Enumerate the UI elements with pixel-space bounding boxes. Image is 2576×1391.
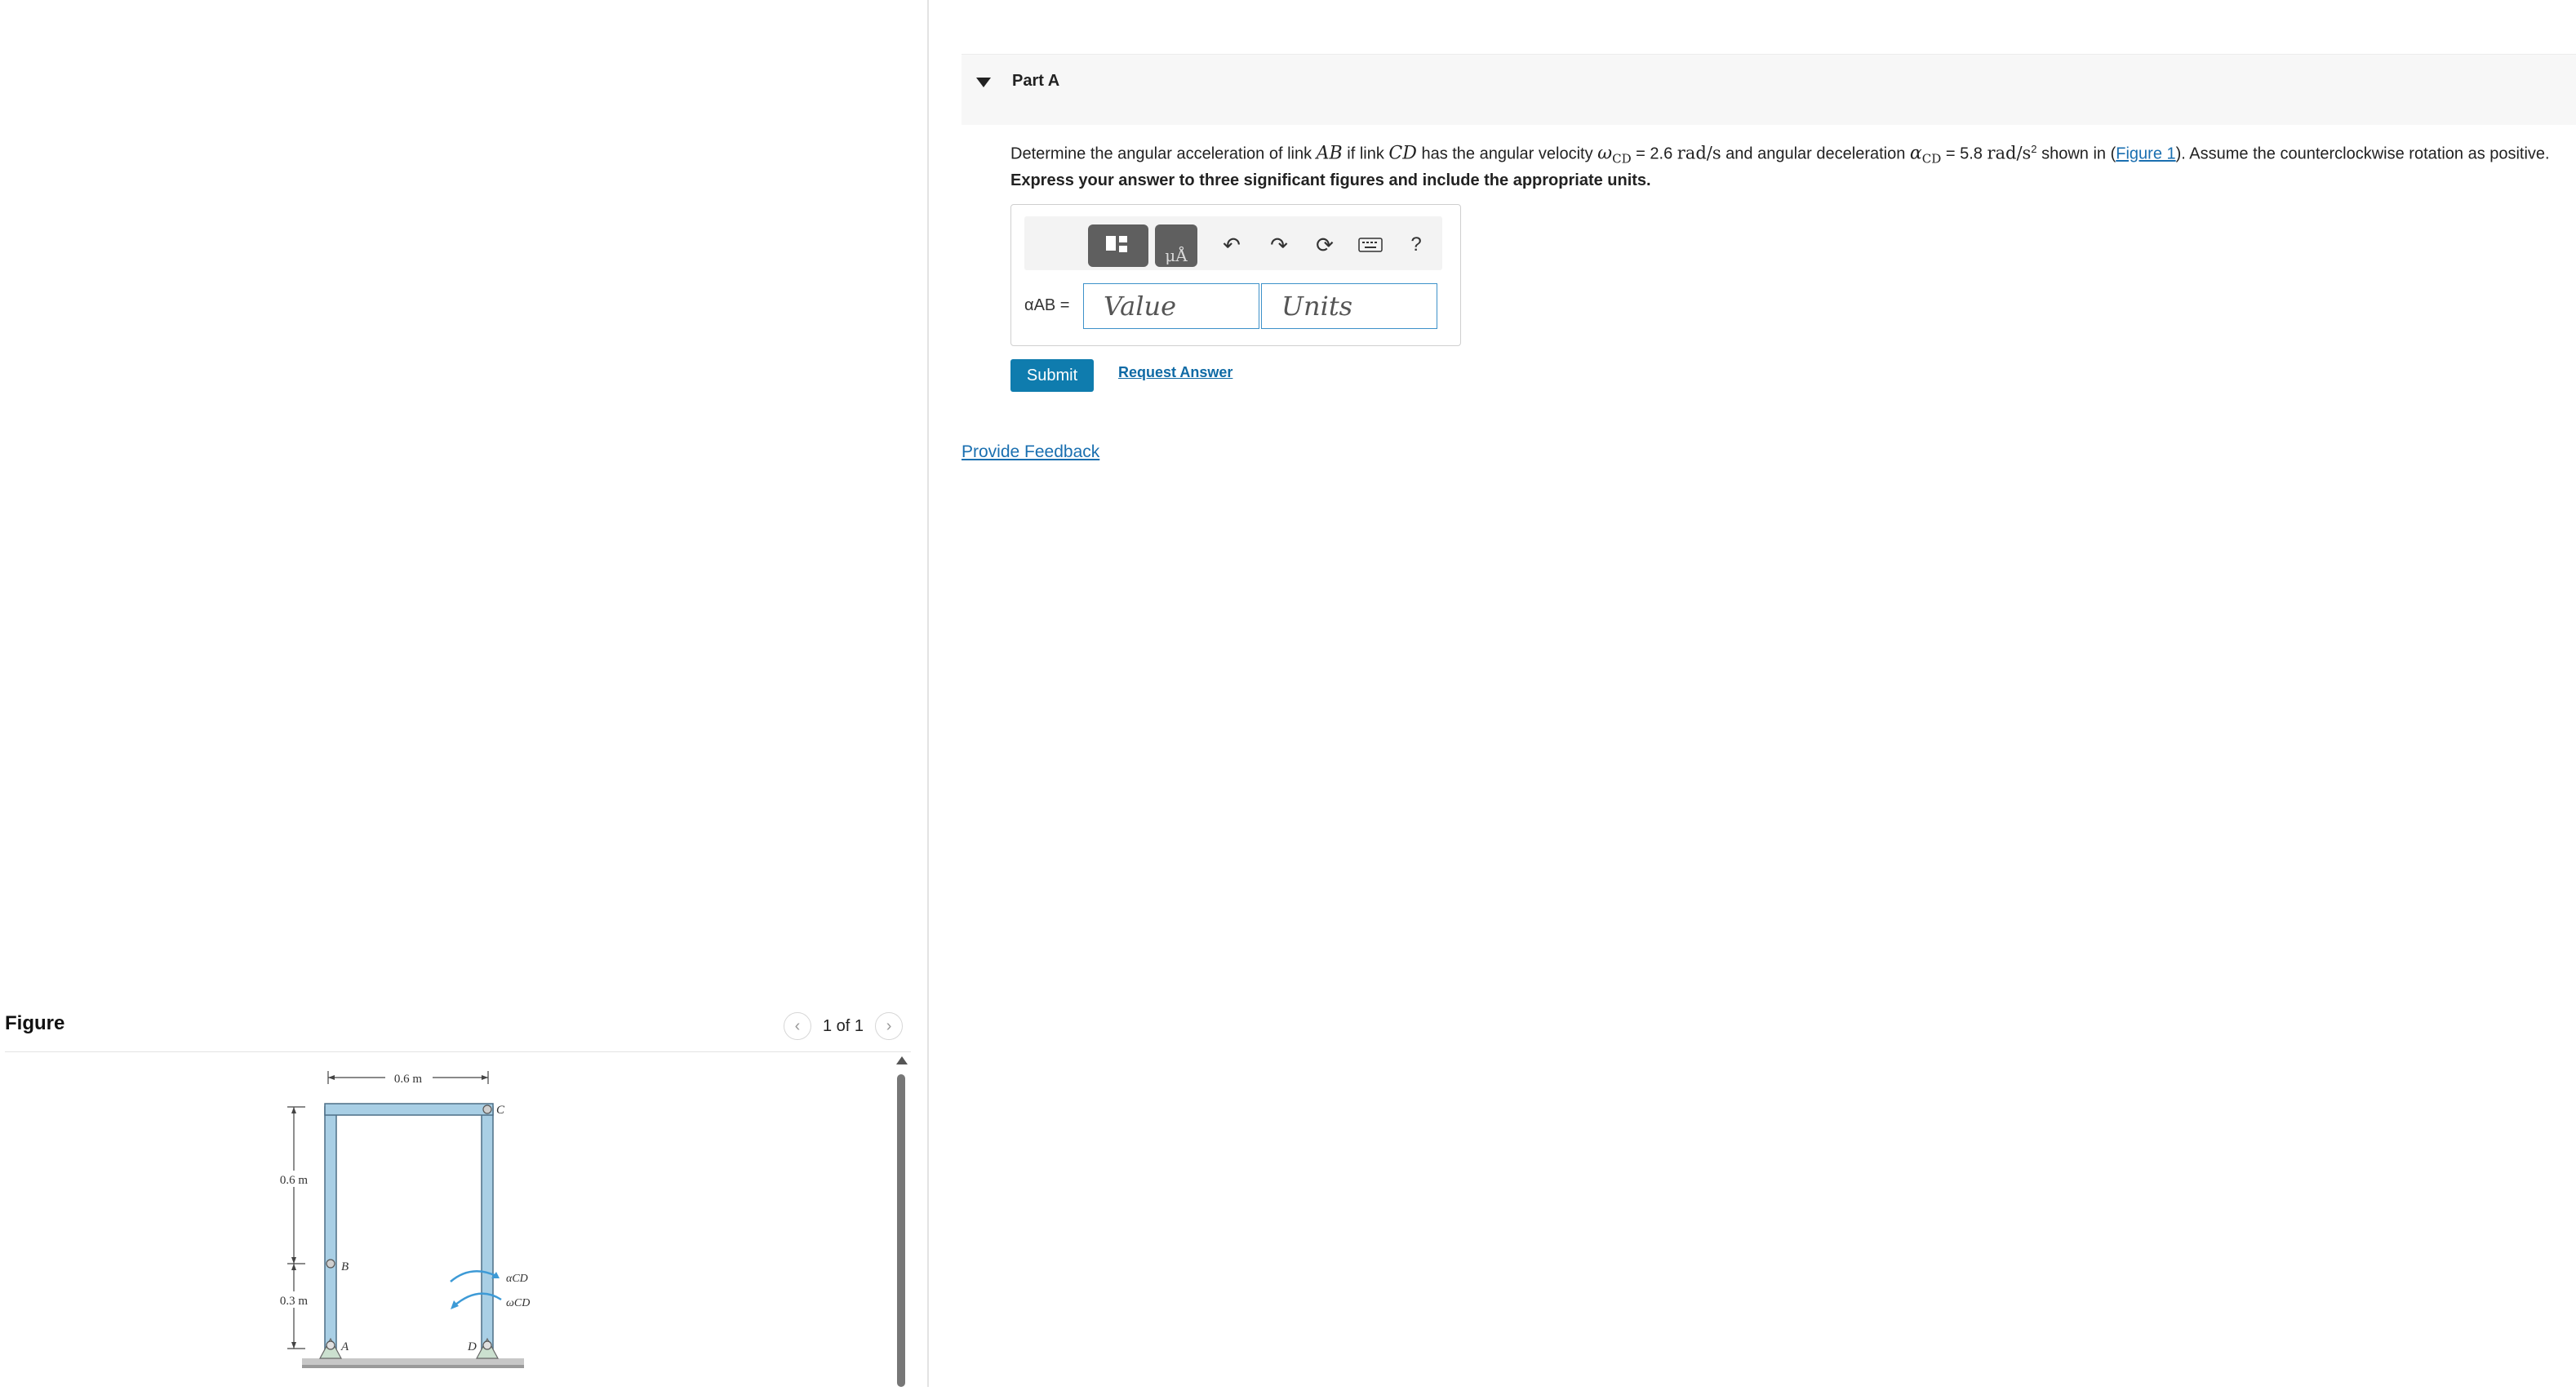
part-header[interactable]	[962, 54, 2576, 125]
label-omega-cd: ωCD	[506, 1297, 530, 1309]
figure-title: Figure	[5, 1012, 65, 1034]
instruction-text: Express your answer to three significant…	[1010, 171, 1651, 189]
figure-panel: Figure ‹ 1 of 1 › 0.6 m 0.6 m 0.3 m A B …	[0, 0, 927, 1387]
units-icon[interactable]: μÅ	[1155, 224, 1197, 267]
answer-label: αAB =	[1024, 296, 1070, 314]
units-input[interactable]	[1261, 283, 1437, 329]
redo-icon[interactable]: ↷	[1266, 231, 1292, 259]
collapse-caret-icon[interactable]	[976, 78, 991, 87]
figure-scrollbar[interactable]	[895, 1055, 909, 1387]
four-bar-linkage-diagram: 0.6 m 0.6 m 0.3 m A B C D αCD ωCD	[276, 1069, 530, 1368]
templates-icon[interactable]	[1088, 224, 1148, 267]
answer-box: μÅ ↶ ↷ ⟳ ? αAB =	[1010, 204, 1461, 346]
provide-feedback-link[interactable]: Provide Feedback	[962, 442, 1099, 462]
undo-icon[interactable]: ↶	[1219, 231, 1245, 259]
submit-button[interactable]: Submit	[1010, 359, 1094, 392]
chevron-left-icon[interactable]: ‹	[784, 1012, 811, 1040]
label-alpha-cd: αCD	[506, 1273, 528, 1285]
problem-panel: Part A Determine the angular acceleratio…	[929, 0, 2576, 1387]
label-b: B	[341, 1260, 349, 1273]
part-title: Part A	[1012, 72, 1060, 90]
scroll-thumb[interactable]	[897, 1074, 905, 1387]
label-c: C	[496, 1104, 505, 1117]
scroll-up-icon[interactable]	[896, 1056, 908, 1064]
figure-navigation: ‹ 1 of 1 ›	[784, 1012, 904, 1040]
question-text: Determine the angular acceleration of li…	[1010, 143, 2550, 167]
help-icon[interactable]: ?	[1403, 231, 1429, 259]
dimension-height-lower: 0.3 m	[280, 1295, 309, 1308]
keyboard-icon[interactable]	[1357, 231, 1383, 259]
value-input[interactable]	[1083, 283, 1259, 329]
figure-link[interactable]: Figure 1	[2116, 145, 2175, 163]
figure-counter: 1 of 1	[823, 1016, 864, 1035]
label-a: A	[340, 1340, 349, 1353]
figure-image: 0.6 m 0.6 m 0.3 m A B C D αCD ωCD	[269, 1061, 580, 1387]
reset-icon[interactable]: ⟳	[1312, 231, 1338, 259]
chevron-right-icon[interactable]: ›	[875, 1012, 904, 1040]
label-d: D	[467, 1340, 477, 1353]
request-answer-link[interactable]: Request Answer	[1118, 364, 1232, 381]
dimension-height-upper: 0.6 m	[280, 1174, 309, 1187]
dimension-width: 0.6 m	[394, 1073, 423, 1086]
math-toolbar: μÅ ↶ ↷ ⟳ ?	[1024, 216, 1442, 270]
figure-divider	[5, 1051, 911, 1052]
